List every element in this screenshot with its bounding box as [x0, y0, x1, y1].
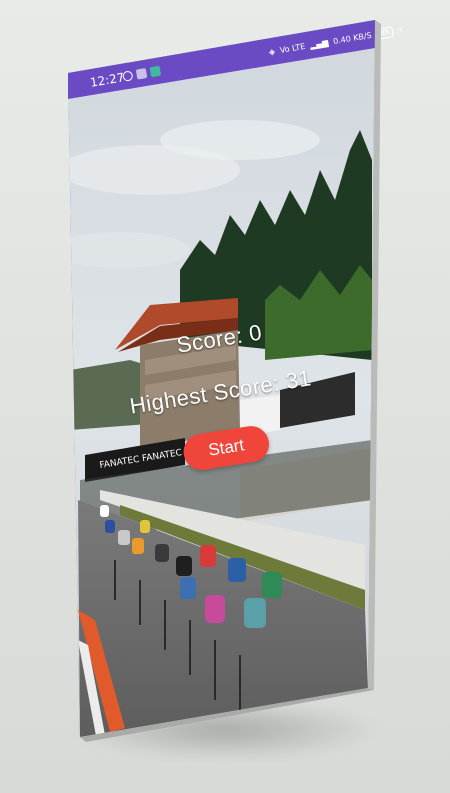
- battery-icon: 85: [375, 26, 395, 40]
- battery-level: 85: [379, 27, 390, 38]
- charging-icon: ⚡: [397, 25, 405, 36]
- game-screen: FANATEC FANATEC: [68, 20, 375, 737]
- race-track-background: FANATEC FANATEC: [68, 20, 375, 737]
- mockup-stage: FANATEC FANATEC 12:27 ◈ Vo LTE ▂▄▆ 0.40 …: [0, 0, 450, 793]
